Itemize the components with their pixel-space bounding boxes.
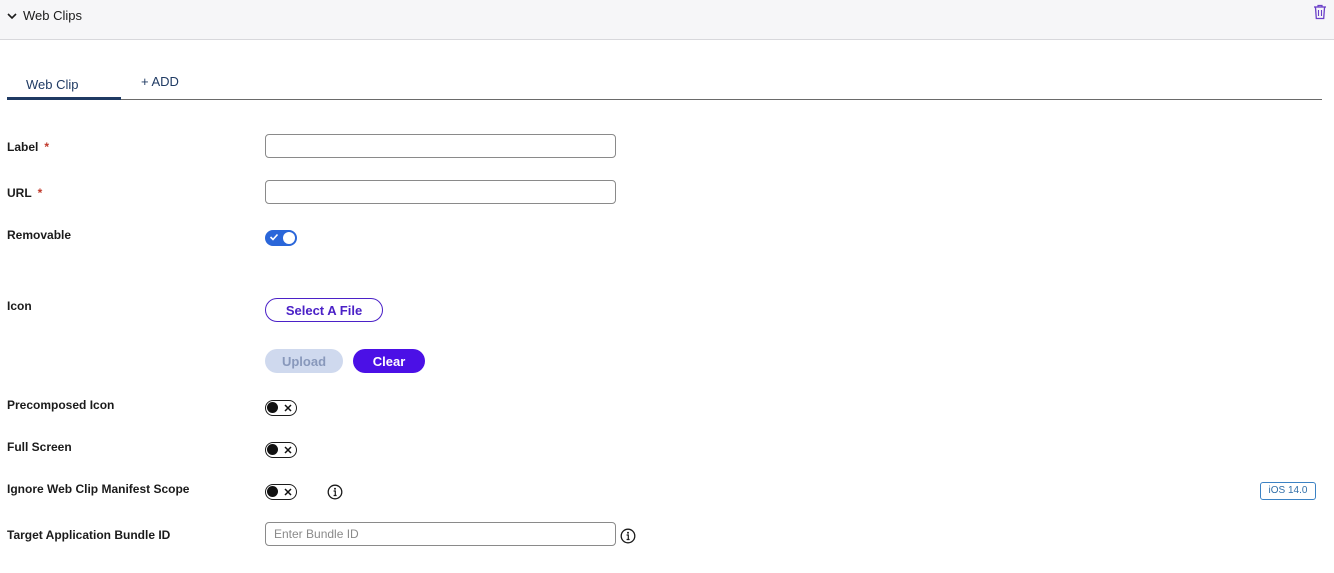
icon-label: Icon xyxy=(7,299,32,313)
select-file-button[interactable]: Select A File xyxy=(265,298,383,322)
x-icon xyxy=(284,445,292,454)
required-mark: * xyxy=(37,186,43,200)
ignore-manifest-scope-toggle[interactable] xyxy=(265,484,297,500)
upload-button[interactable]: Upload xyxy=(265,349,343,373)
url-field-label: URL * xyxy=(7,186,43,200)
x-icon xyxy=(284,403,292,412)
removable-toggle[interactable] xyxy=(265,230,297,246)
clear-button[interactable]: Clear xyxy=(353,349,425,373)
check-icon xyxy=(269,233,279,241)
info-icon[interactable] xyxy=(327,484,343,500)
full-screen-label: Full Screen xyxy=(7,440,72,454)
ios-version-badge: iOS 14.0 xyxy=(1260,482,1316,500)
ignore-manifest-scope-label: Ignore Web Clip Manifest Scope xyxy=(7,482,190,496)
required-mark: * xyxy=(44,140,50,154)
label-input[interactable] xyxy=(265,134,616,158)
toggle-knob xyxy=(283,232,295,244)
url-input[interactable] xyxy=(265,180,616,204)
tab-add[interactable]: + ADD xyxy=(141,68,201,100)
toggle-knob xyxy=(267,402,278,413)
removable-label: Removable xyxy=(7,228,72,242)
x-icon xyxy=(284,487,292,496)
precomposed-icon-label: Precomposed Icon xyxy=(7,398,115,412)
precomposed-icon-toggle[interactable] xyxy=(265,400,297,416)
section-header[interactable]: Web Clips xyxy=(0,0,1334,40)
chevron-down-icon[interactable] xyxy=(6,10,18,22)
target-bundle-id-label: Target Application Bundle ID xyxy=(7,528,171,542)
trash-icon[interactable] xyxy=(1313,4,1327,20)
toggle-knob xyxy=(267,486,278,497)
section-title: Web Clips xyxy=(23,8,83,23)
info-icon[interactable] xyxy=(620,528,636,544)
full-screen-toggle[interactable] xyxy=(265,442,297,458)
tab-bar: Web Clip + ADD xyxy=(7,68,1322,100)
toggle-knob xyxy=(267,444,278,455)
tab-web-clip[interactable]: Web Clip xyxy=(7,68,121,100)
bundle-id-input[interactable] xyxy=(265,522,616,546)
label-field-label: Label * xyxy=(7,140,50,154)
